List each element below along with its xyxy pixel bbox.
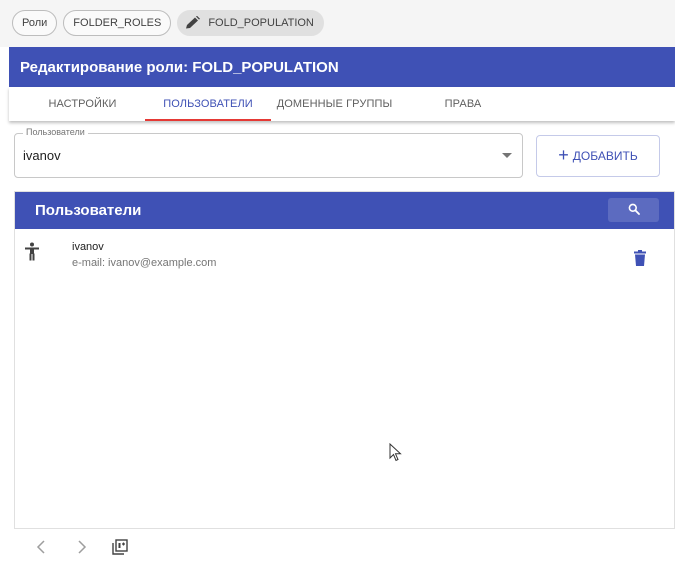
tab-users[interactable]: ПОЛЬЗОВАТЕЛИ xyxy=(145,87,271,121)
breadcrumb-folder-roles[interactable]: FOLDER_ROLES xyxy=(63,10,172,36)
users-select-value: ivanov xyxy=(23,148,61,163)
add-user-button-label: ДОБАВИТЬ xyxy=(572,149,638,163)
breadcrumb-roles[interactable]: Роли xyxy=(12,10,58,36)
page-size-button[interactable] xyxy=(110,538,130,560)
trash-icon[interactable] xyxy=(634,250,646,266)
next-page-button[interactable] xyxy=(72,539,92,559)
pagination-footer xyxy=(14,528,675,568)
search-icon xyxy=(628,202,640,219)
user-email: e-mail: ivanov@example.com xyxy=(72,257,217,269)
users-panel: Пользователи ivanov e-mail: ivanov@examp… xyxy=(14,191,675,568)
tab-domain-groups[interactable]: ДОМЕННЫЕ ГРУППЫ xyxy=(272,87,397,121)
users-panel-title: Пользователи xyxy=(35,202,142,219)
list-item[interactable]: ivanov e-mail: ivanov@example.com xyxy=(15,230,674,274)
breadcrumb-current-role-label: FOLD_POPULATION xyxy=(208,17,314,29)
search-button[interactable] xyxy=(608,198,659,222)
breadcrumb-current-role[interactable]: FOLD_POPULATION xyxy=(177,10,324,36)
chevron-left-icon xyxy=(36,539,46,559)
tab-users-label: ПОЛЬЗОВАТЕЛИ xyxy=(163,98,253,110)
pencil-icon xyxy=(184,16,202,30)
users-select-label: Пользователи xyxy=(23,127,88,137)
users-select[interactable]: Пользователи ivanov xyxy=(14,127,523,178)
tab-domain-groups-label: ДОМЕННЫЕ ГРУППЫ xyxy=(276,98,393,110)
tab-rights[interactable]: ПРАВА xyxy=(413,87,513,121)
tab-rights-label: ПРАВА xyxy=(444,98,482,110)
tab-settings-label: НАСТРОЙКИ xyxy=(48,98,117,110)
person-icon xyxy=(24,242,40,262)
users-panel-header: Пользователи xyxy=(15,192,674,229)
breadcrumb-folder-roles-label: FOLDER_ROLES xyxy=(73,17,162,29)
prev-page-button[interactable] xyxy=(31,539,51,559)
page-title: Редактирование роли: FOLD_POPULATION xyxy=(20,58,339,76)
chevron-right-icon xyxy=(77,539,87,559)
tab-settings[interactable]: НАСТРОЙКИ xyxy=(27,87,138,121)
breadcrumb-roles-label: Роли xyxy=(22,17,48,29)
mouse-cursor-icon xyxy=(389,442,403,463)
add-user-button[interactable]: + ДОБАВИТЬ xyxy=(536,135,660,177)
tab-bar: НАСТРОЙКИ ПОЛЬЗОВАТЕЛИ ДОМЕННЫЕ ГРУППЫ П… xyxy=(9,87,675,121)
user-name: ivanov xyxy=(72,241,104,253)
page-title-bar: Редактирование роли: FOLD_POPULATION xyxy=(9,47,675,87)
breadcrumb: Роли FOLDER_ROLES FOLD_POPULATION xyxy=(12,10,324,36)
dropdown-arrow-icon xyxy=(502,153,512,158)
page-size-icon xyxy=(112,538,128,560)
top-bar: Роли FOLDER_ROLES FOLD_POPULATION xyxy=(0,0,675,47)
plus-icon: + xyxy=(558,145,569,165)
